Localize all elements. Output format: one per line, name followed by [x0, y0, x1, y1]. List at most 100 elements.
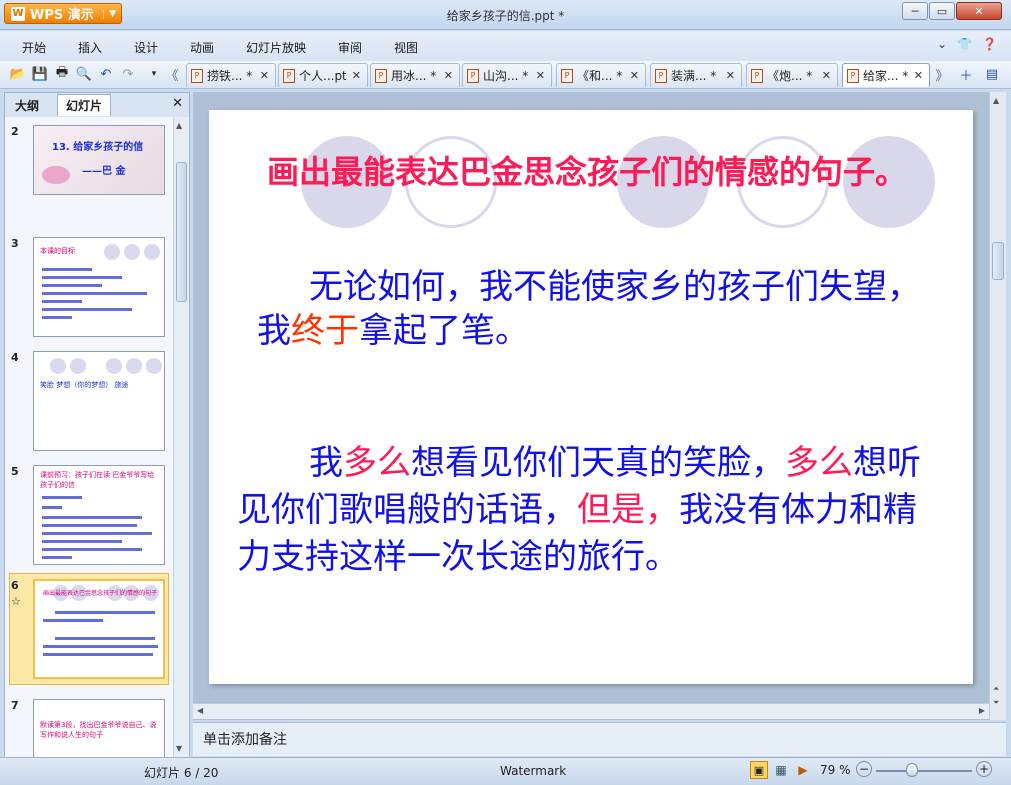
maximize-button[interactable]: ▭ — [929, 2, 955, 20]
doc-tab[interactable]: P 山沟... * ✕ — [462, 63, 552, 87]
thumbnail-number: 7 — [11, 699, 19, 712]
thumbnail-heading: 画出最能表达巴金思念孩子们的情感的句子 — [43, 590, 158, 597]
menu-design[interactable]: 设计 — [134, 39, 158, 56]
scroll-up-icon[interactable]: ▲ — [176, 121, 182, 130]
close-tab-icon[interactable]: ✕ — [630, 69, 639, 82]
scroll-down-icon[interactable]: ▼ — [176, 744, 182, 753]
zoom-slider-track[interactable] — [876, 770, 972, 772]
notes-pane[interactable]: 单击添加备注 — [193, 722, 1006, 756]
open-icon[interactable]: 📂 — [10, 66, 26, 82]
slide-thumbnail-selected[interactable]: 画出最能表达巴金思念孩子们的情感的句子 — [33, 579, 165, 679]
slide-heading[interactable]: 画出最能表达巴金思念孩子们的情感的句子。 — [267, 150, 907, 194]
thumbnail-number: 6 — [11, 579, 19, 592]
minimize-button[interactable]: ─ — [902, 2, 928, 20]
close-tab-icon[interactable]: ✕ — [726, 69, 735, 82]
close-tab-icon[interactable]: ✕ — [352, 69, 361, 82]
thumbnail-number: 5 — [11, 465, 19, 478]
close-button[interactable]: ✕ — [956, 2, 1002, 20]
ppt-file-icon: P — [655, 68, 667, 83]
tab-slides[interactable]: 幻灯片 — [57, 94, 112, 116]
close-tab-icon[interactable]: ✕ — [536, 69, 545, 82]
thumbnail-heading: 本课的目标 — [40, 247, 75, 255]
customize-toolbar-icon[interactable]: ▾ — [146, 66, 162, 82]
slide-paragraph-2[interactable]: 我多么想看见你们天真的笑脸，多么想听见你们歌唱般的话语，但是，我没有体力和精力支… — [237, 440, 937, 581]
scroll-right-icon[interactable]: ▶ — [979, 706, 985, 715]
slide-indicator: 幻灯片 6 / 20 — [144, 766, 219, 780]
print-icon[interactable]: 🖶 — [54, 65, 70, 82]
document-title: 给家乡孩子的信.ppt * — [446, 9, 565, 23]
horizontal-scrollbar[interactable]: ◀ ▶ — [193, 703, 989, 719]
slide-thumbnail[interactable]: 13. 给家乡孩子的信 ——巴 金 — [33, 125, 165, 195]
close-tab-icon[interactable]: ✕ — [260, 69, 269, 82]
scroll-thumb[interactable] — [176, 162, 187, 302]
save-icon[interactable]: 💾 — [32, 66, 48, 82]
menu-slideshow[interactable]: 幻灯片放映 — [246, 39, 306, 56]
zoom-in-button[interactable]: + — [976, 761, 992, 777]
ppt-file-icon: P — [191, 68, 203, 83]
tab-outline[interactable]: 大纲 — [7, 94, 47, 116]
thumbnail-title: 13. 给家乡孩子的信 — [52, 142, 144, 153]
doc-tab[interactable]: P 装满... * ✕ — [650, 63, 742, 87]
vertical-scrollbar[interactable]: ▲ ⏶ ⏷ — [989, 92, 1006, 720]
thumbnail-number: 4 — [11, 351, 19, 364]
close-tab-icon[interactable]: ✕ — [822, 69, 831, 82]
redo-icon[interactable]: ↷ — [120, 66, 136, 82]
doc-tab-active[interactable]: P 给家... * ✕ — [842, 63, 930, 87]
print-preview-icon[interactable]: 🔍 — [76, 66, 92, 82]
slide-thumbnail[interactable]: 本课的目标 — [33, 237, 165, 337]
doc-tab[interactable]: P 捞铁... * ✕ — [186, 63, 276, 87]
ppt-file-icon: P — [375, 68, 387, 83]
thumbnail-number: 3 — [11, 237, 19, 250]
title-bar: W WPS 演示 ▼ 给家乡孩子的信.ppt * ─ ▭ ✕ — [0, 0, 1011, 30]
ppt-file-icon: P — [467, 68, 479, 83]
thumbnail-list: 2 13. 给家乡孩子的信 ——巴 金 3 本课的目标 4 笑脸 梦想（你的梦想… — [5, 117, 173, 757]
slide-paragraph-1[interactable]: 无论如何，我不能使家乡的孩子们失望，我终于拿起了笔。 — [257, 265, 937, 353]
zoom-out-button[interactable]: − — [856, 761, 872, 777]
zoom-level: 79 % — [820, 763, 851, 777]
zoom-slider-thumb[interactable] — [906, 763, 918, 777]
slide-sorter-icon[interactable]: ▦ — [772, 761, 790, 779]
thumbnail-heading: 课前预习：孩子们在读 巴金爷爷写给孩子们的信 — [40, 471, 155, 489]
normal-view-icon[interactable]: ▣ — [750, 761, 768, 779]
close-tab-icon[interactable]: ✕ — [914, 69, 923, 82]
scroll-left-icon[interactable]: ◀ — [197, 706, 203, 715]
previous-slide-icon[interactable]: ⏶ — [993, 684, 999, 694]
close-panel-icon[interactable]: ✕ — [172, 96, 183, 111]
flower-image — [42, 166, 70, 184]
theme-name: Watermark — [500, 764, 567, 778]
menu-insert[interactable]: 插入 — [78, 39, 102, 56]
menu-review[interactable]: 审阅 — [338, 39, 362, 56]
window-list-icon[interactable]: ▤ — [984, 66, 1000, 82]
slide-thumbnail[interactable]: 默读第3段，找出巴金爷爷说自己、说写作和说人生的句子 — [33, 699, 165, 757]
skin-icon[interactable]: 👕 — [957, 37, 972, 51]
doc-tab[interactable]: P 个人...pt ✕ — [278, 63, 368, 87]
menu-animation[interactable]: 动画 — [190, 39, 214, 56]
doc-tab[interactable]: P 用冰... * ✕ — [370, 63, 460, 87]
thumbnail-number: 2 — [11, 125, 19, 138]
undo-icon[interactable]: ↶ — [98, 66, 114, 82]
close-tab-icon[interactable]: ✕ — [444, 69, 453, 82]
chevron-down-icon[interactable]: ⌄ — [937, 37, 947, 51]
ppt-file-icon: P — [847, 68, 859, 83]
slides-panel: 大纲 幻灯片 ✕ 2 13. 给家乡孩子的信 ——巴 金 3 本课的目标 4 笑… — [4, 92, 190, 757]
thumbnail-text: 笑脸 梦想（你的梦想） 旅途 — [40, 381, 129, 389]
ppt-file-icon: P — [561, 68, 573, 83]
doc-tab[interactable]: P 《和... * ✕ — [556, 63, 646, 87]
slide-thumbnail[interactable]: 笑脸 梦想（你的梦想） 旅途 — [33, 351, 165, 451]
menu-home[interactable]: 开始 — [22, 39, 46, 56]
scroll-thumb[interactable] — [992, 242, 1004, 280]
scroll-up-icon[interactable]: ▲ — [993, 96, 999, 105]
help-icon[interactable]: ❓ — [982, 37, 997, 51]
slide-canvas[interactable]: 画出最能表达巴金思念孩子们的情感的句子。 无论如何，我不能使家乡的孩子们失望，我… — [209, 110, 973, 684]
slide-thumbnail[interactable]: 课前预习：孩子们在读 巴金爷爷写给孩子们的信 — [33, 465, 165, 565]
thumbnail-scrollbar[interactable]: ▲ ▼ — [173, 117, 189, 757]
toolbar: 📂 💾 🖶 🔍 ↶ ↷ ▾ 《 P 捞铁... * ✕ P 个人...pt ✕ P 用冰.… — [0, 61, 1011, 89]
menu-view[interactable]: 视图 — [394, 39, 418, 56]
next-slide-icon[interactable]: ⏷ — [993, 698, 999, 708]
new-tab-icon[interactable]: ＋ — [958, 66, 974, 84]
thumbnail-text: 默读第3段，找出巴金爷爷说自己、说写作和说人生的句子 — [40, 721, 157, 739]
doc-tab[interactable]: P 《炮... * ✕ — [746, 63, 838, 87]
tabs-scroll-right-icon[interactable]: 》 — [934, 66, 950, 84]
slideshow-icon[interactable]: ▶ — [794, 761, 812, 779]
tabs-scroll-left-icon[interactable]: 《 — [164, 66, 180, 84]
